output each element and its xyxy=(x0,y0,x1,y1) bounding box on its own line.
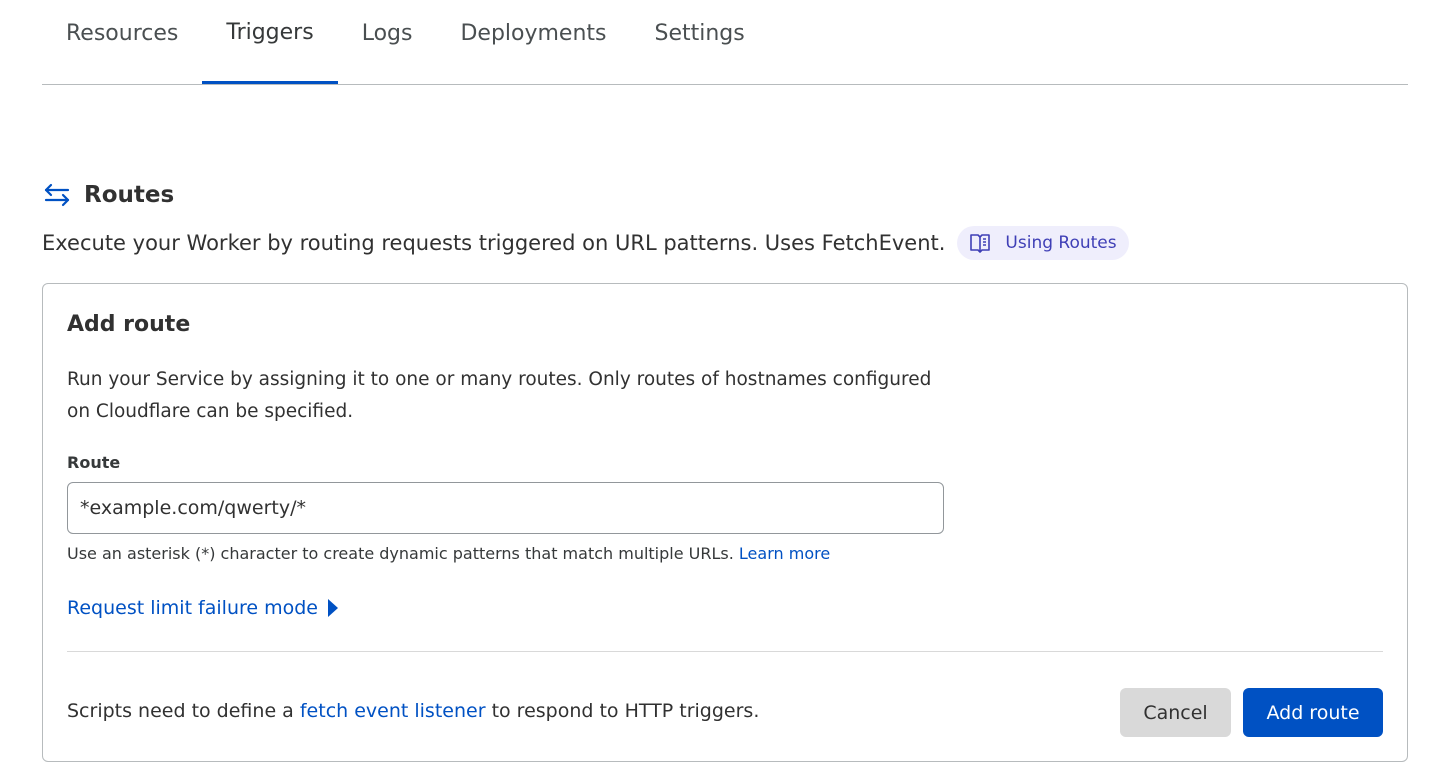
add-route-button[interactable]: Add route xyxy=(1243,688,1383,737)
cancel-button[interactable]: Cancel xyxy=(1120,688,1231,737)
helper-text: Use an asterisk (*) character to create … xyxy=(67,544,734,563)
routes-header: Routes xyxy=(42,180,174,210)
footer-suffix: to respond to HTTP triggers. xyxy=(491,700,760,722)
divider xyxy=(67,651,1383,652)
tab-resources[interactable]: Resources xyxy=(42,0,202,83)
expander-label: Request limit failure mode xyxy=(67,597,318,619)
route-field-label: Route xyxy=(67,453,121,472)
book-icon xyxy=(970,234,991,253)
arrows-left-right-icon xyxy=(42,180,72,210)
tab-logs[interactable]: Logs xyxy=(338,0,437,83)
footer-text: Scripts need to define a fetch event lis… xyxy=(67,700,759,722)
routes-description-row: Execute your Worker by routing requests … xyxy=(42,226,1129,260)
tab-triggers[interactable]: Triggers xyxy=(202,0,338,84)
learn-more-link[interactable]: Learn more xyxy=(739,544,830,563)
using-routes-link[interactable]: Using Routes xyxy=(957,226,1129,260)
using-routes-label: Using Routes xyxy=(1005,233,1117,253)
tab-bar: Resources Triggers Logs Deployments Sett… xyxy=(42,0,1408,85)
route-input[interactable] xyxy=(67,482,944,534)
fetch-event-listener-link[interactable]: fetch event listener xyxy=(300,700,486,722)
add-route-card: Add route Run your Service by assigning … xyxy=(42,283,1408,762)
add-route-title: Add route xyxy=(67,312,191,337)
tab-deployments[interactable]: Deployments xyxy=(436,0,630,83)
add-route-description: Run your Service by assigning it to one … xyxy=(67,369,932,422)
tab-settings[interactable]: Settings xyxy=(631,0,769,83)
route-helper-text: Use an asterisk (*) character to create … xyxy=(67,544,830,563)
footer-prefix: Scripts need to define a xyxy=(67,700,294,722)
request-limit-failure-mode-toggle[interactable]: Request limit failure mode xyxy=(67,597,338,619)
caret-right-icon xyxy=(328,599,338,617)
routes-title: Routes xyxy=(84,182,175,208)
routes-description: Execute your Worker by routing requests … xyxy=(42,231,946,255)
